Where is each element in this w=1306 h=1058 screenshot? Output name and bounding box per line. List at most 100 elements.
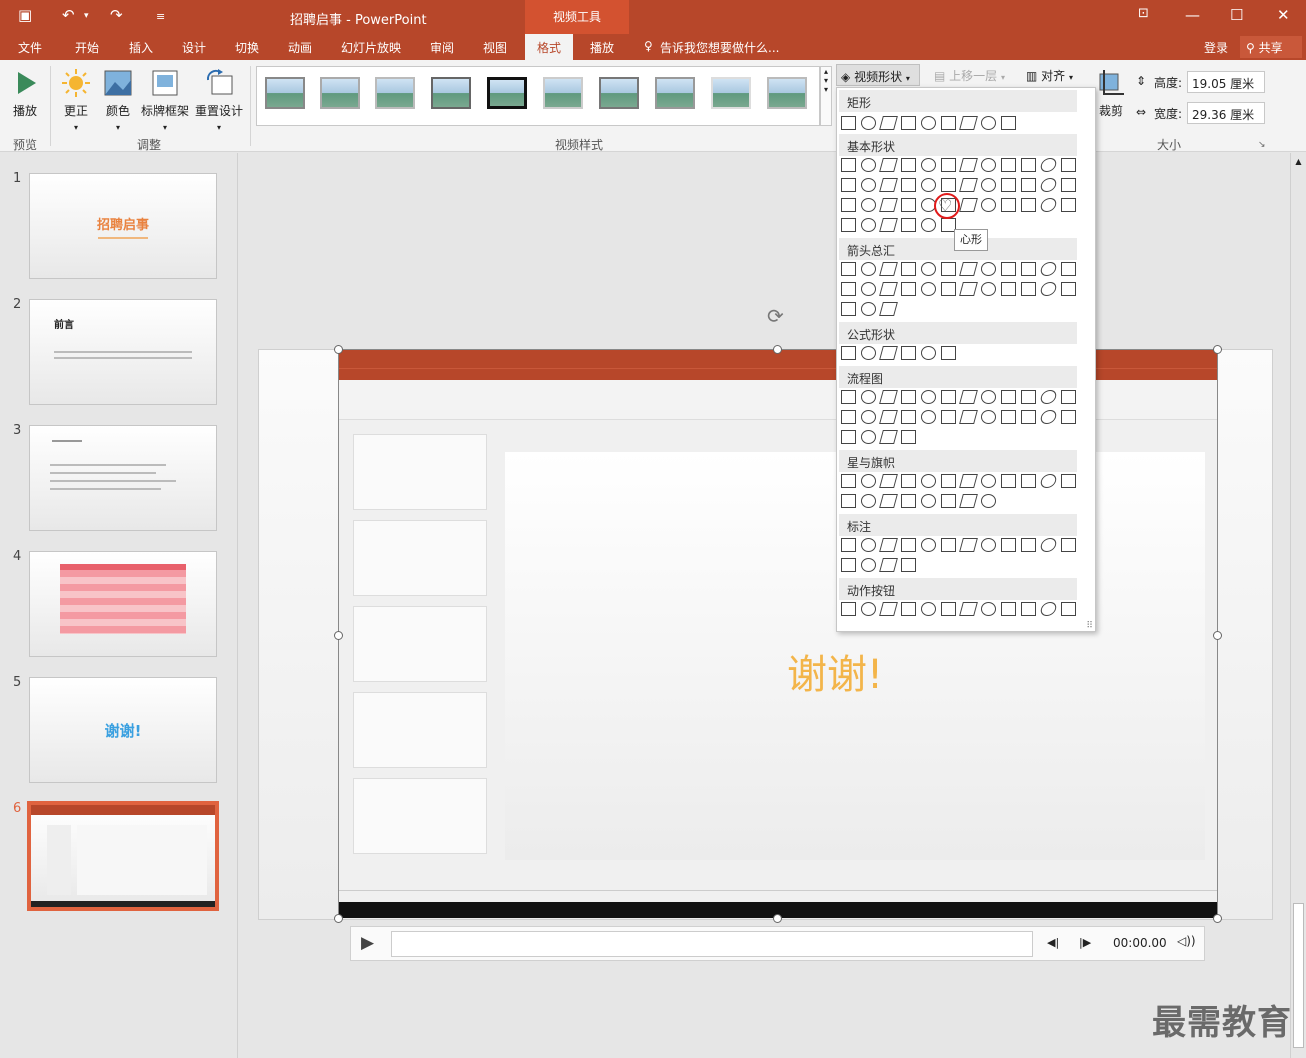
player-back-icon[interactable]: ◀| xyxy=(1047,936,1059,949)
shape-option[interactable] xyxy=(1001,538,1016,552)
bring-forward-button[interactable]: ▤ 上移一层 ▾ xyxy=(934,67,1005,84)
shape-option[interactable] xyxy=(959,116,978,130)
shape-option[interactable] xyxy=(1001,116,1016,130)
shape-option[interactable] xyxy=(861,116,876,130)
video-style-thumb[interactable] xyxy=(487,77,527,109)
shape-option[interactable] xyxy=(921,410,936,424)
shape-option[interactable] xyxy=(1039,158,1058,172)
player-volume-icon[interactable]: ◁)) xyxy=(1177,934,1196,948)
shape-option[interactable] xyxy=(1001,602,1016,616)
shape-option[interactable] xyxy=(941,346,956,360)
shape-option[interactable] xyxy=(1021,410,1036,424)
save-icon[interactable]: ▣ xyxy=(18,6,32,24)
shape-option[interactable] xyxy=(959,178,978,192)
shape-option[interactable] xyxy=(841,430,856,444)
tab-file[interactable]: 文件 xyxy=(18,39,42,56)
shape-option[interactable] xyxy=(879,218,898,232)
shape-option[interactable] xyxy=(879,178,898,192)
shape-option[interactable] xyxy=(1021,282,1036,296)
shape-option[interactable] xyxy=(841,302,856,316)
shape-option[interactable] xyxy=(901,178,916,192)
gallery-scroll[interactable]: ▴ ▾ ▾ xyxy=(820,66,832,126)
shape-option[interactable] xyxy=(959,474,978,488)
player-forward-icon[interactable]: |▶ xyxy=(1079,936,1091,949)
resize-handle[interactable] xyxy=(773,345,782,354)
shape-option[interactable] xyxy=(901,558,916,572)
play-button[interactable]: 播放 xyxy=(10,68,40,119)
tab-format[interactable]: 格式 xyxy=(525,34,574,60)
shape-option[interactable] xyxy=(921,474,936,488)
shape-option[interactable] xyxy=(941,262,956,276)
slide-thumb-3[interactable] xyxy=(29,425,217,531)
shape-option[interactable] xyxy=(941,494,956,508)
minimize-icon[interactable]: — xyxy=(1185,6,1200,24)
shape-option[interactable] xyxy=(901,410,916,424)
shape-option[interactable] xyxy=(941,538,956,552)
resize-handle[interactable] xyxy=(773,914,782,923)
color-button[interactable]: 颜色 ▾ xyxy=(102,68,134,133)
shape-option[interactable] xyxy=(861,262,876,276)
shape-option[interactable] xyxy=(941,282,956,296)
shape-option[interactable] xyxy=(1001,198,1016,212)
shape-option[interactable] xyxy=(981,494,996,508)
video-style-thumb[interactable] xyxy=(711,77,751,109)
shape-option[interactable] xyxy=(981,198,996,212)
height-input[interactable]: 19.05 厘米 xyxy=(1187,71,1265,93)
resize-grip-icon[interactable]: ⠿ xyxy=(1086,621,1093,631)
player-timeline[interactable] xyxy=(391,931,1033,957)
tab-design[interactable]: 设计 xyxy=(182,39,206,56)
slide-thumb-6[interactable] xyxy=(27,801,219,911)
video-style-thumb[interactable] xyxy=(320,77,360,109)
reset-design-button[interactable]: 重置设计 ▾ xyxy=(194,68,244,133)
shape-option[interactable] xyxy=(879,390,898,404)
heart-icon[interactable]: ♡ xyxy=(938,196,952,215)
shape-option[interactable] xyxy=(981,390,996,404)
resize-handle[interactable] xyxy=(1213,345,1222,354)
slide-thumb-5[interactable]: 谢谢! xyxy=(29,677,217,783)
shape-option[interactable] xyxy=(959,198,978,212)
redo-icon[interactable]: ↷ xyxy=(110,6,123,24)
tab-playback[interactable]: 播放 xyxy=(590,39,614,56)
shape-option[interactable] xyxy=(901,158,916,172)
share-button[interactable]: ⚲ 共享 xyxy=(1240,36,1302,58)
shape-option[interactable] xyxy=(1061,410,1076,424)
shape-option[interactable] xyxy=(1061,198,1076,212)
shape-option[interactable] xyxy=(981,410,996,424)
shape-option[interactable] xyxy=(841,116,856,130)
shape-option[interactable] xyxy=(861,430,876,444)
maximize-icon[interactable]: ☐ xyxy=(1230,6,1243,24)
vertical-scrollbar[interactable]: ▲ xyxy=(1290,153,1306,1058)
shape-option[interactable] xyxy=(981,538,996,552)
undo-dropdown-icon[interactable]: ▾ xyxy=(84,11,89,21)
shape-option[interactable] xyxy=(1039,474,1058,488)
shape-option[interactable] xyxy=(1021,178,1036,192)
shape-option[interactable] xyxy=(1039,410,1058,424)
shape-option[interactable] xyxy=(959,602,978,616)
scroll-thumb[interactable] xyxy=(1293,903,1304,1048)
shape-option[interactable] xyxy=(941,602,956,616)
shape-option[interactable] xyxy=(921,116,936,130)
tab-view[interactable]: 视图 xyxy=(483,39,507,56)
shape-option[interactable] xyxy=(901,116,916,130)
resize-handle[interactable] xyxy=(1213,631,1222,640)
shape-option[interactable] xyxy=(861,218,876,232)
video-style-thumb[interactable] xyxy=(431,77,471,109)
shape-option[interactable] xyxy=(879,262,898,276)
tab-transitions[interactable]: 切换 xyxy=(235,39,259,56)
shape-option[interactable] xyxy=(941,410,956,424)
shape-option[interactable] xyxy=(941,390,956,404)
shape-option[interactable] xyxy=(1001,178,1016,192)
close-icon[interactable]: ✕ xyxy=(1277,6,1290,24)
shape-option[interactable] xyxy=(901,262,916,276)
shape-option[interactable] xyxy=(901,218,916,232)
shape-option[interactable] xyxy=(1021,198,1036,212)
shape-option[interactable] xyxy=(959,262,978,276)
shape-option[interactable] xyxy=(981,116,996,130)
shape-option[interactable] xyxy=(959,158,978,172)
shape-option[interactable] xyxy=(879,558,898,572)
shape-option[interactable] xyxy=(879,282,898,296)
shape-option[interactable] xyxy=(1061,262,1076,276)
shape-option[interactable] xyxy=(1001,282,1016,296)
shape-option[interactable] xyxy=(1001,262,1016,276)
shape-option[interactable] xyxy=(921,494,936,508)
